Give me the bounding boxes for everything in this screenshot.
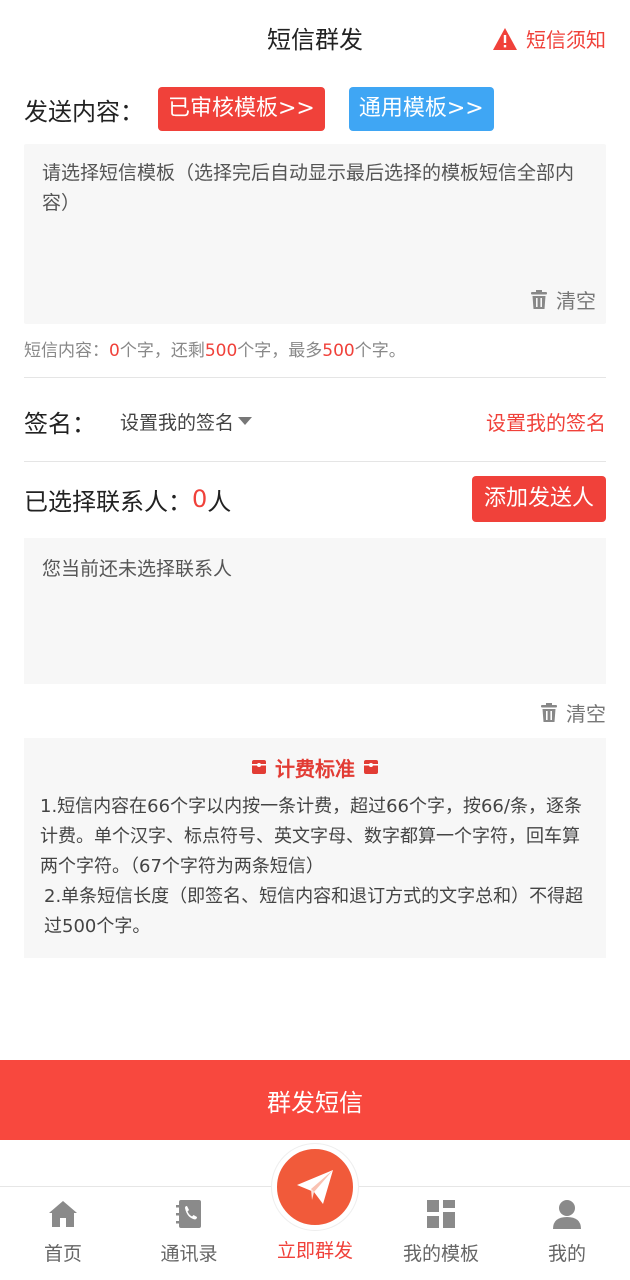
send-now-fab[interactable]	[272, 1144, 358, 1230]
common-template-button[interactable]: 通用模板>>	[348, 87, 494, 131]
max-count: 500	[322, 341, 355, 361]
content-label: 发送内容：	[24, 97, 144, 126]
user-icon	[553, 1200, 581, 1229]
content-row: 发送内容： 已审核模板>> 通用模板>>	[24, 86, 518, 132]
fee-rules: 1.短信内容在66个字以内按一条计费，超过66个字，按66/条，逐条计费。单个汉…	[40, 792, 590, 942]
paper-plane-icon	[297, 1170, 333, 1204]
trash-icon	[531, 289, 547, 309]
contacts-list[interactable]: 您当前还未选择联系人	[24, 538, 606, 684]
red-packet-icon	[364, 760, 378, 774]
count-mid2: 个字，最多	[237, 341, 323, 361]
clear-label: 清空	[566, 702, 606, 726]
mass-send-label: 群发短信	[267, 1088, 363, 1117]
home-icon	[49, 1201, 77, 1227]
divider	[24, 377, 606, 378]
contacts-unit: 人	[207, 487, 232, 516]
tab-send-now[interactable]: 立即群发	[252, 1144, 378, 1280]
fee-standard-box: 计费标准 1.短信内容在66个字以内按一条计费，超过66个字，按66/条，逐条计…	[24, 738, 606, 958]
sms-content-textarea[interactable]: 请选择短信模板（选择完后自动显示最后选择的模板短信全部内容） 清空	[24, 144, 606, 324]
signature-label: 签名：	[24, 409, 96, 438]
tab-label: 首页	[43, 1243, 82, 1265]
add-recipient-button[interactable]: 添加发送人	[471, 476, 606, 522]
tab-mine[interactable]: 我的	[504, 1187, 630, 1280]
contacts-count: 0	[192, 485, 208, 513]
trash-icon	[541, 702, 557, 722]
clear-contacts-button[interactable]: 清空	[540, 698, 606, 727]
contacts-row: 已选择联系人： 0 人 添加发送人	[24, 476, 606, 522]
sms-notice-link[interactable]: 短信须知	[492, 24, 606, 53]
red-packet-icon	[252, 760, 266, 774]
contacts-placeholder: 您当前还未选择联系人	[42, 558, 233, 580]
fee-title: 计费标准	[40, 754, 590, 781]
sms-content-placeholder: 请选择短信模板（选择完后自动显示最后选择的模板短信全部内容）	[42, 162, 575, 214]
current-count: 0	[109, 341, 120, 361]
tab-label: 我的模板	[402, 1243, 479, 1265]
warning-icon	[493, 27, 517, 50]
caret-down-icon	[238, 417, 253, 425]
count-mid1: 个字，还剩	[119, 341, 205, 361]
tab-label: 通讯录	[160, 1243, 218, 1265]
tab-home[interactable]: 首页	[0, 1187, 126, 1280]
clear-label: 清空	[556, 289, 596, 313]
signature-row: 签名： 设置我的签名 设置我的签名	[24, 400, 606, 442]
approved-template-button[interactable]: 已审核模板>>	[158, 87, 325, 131]
char-count-line: 短信内容：0个字，还剩500个字，最多500个字。	[24, 336, 406, 361]
grid-icon	[427, 1200, 455, 1228]
fee-rule-1: 1.短信内容在66个字以内按一条计费，超过66个字，按66/条，逐条计费。单个汉…	[40, 796, 582, 877]
clear-content-button[interactable]: 清空	[530, 285, 596, 314]
mass-send-button[interactable]: 群发短信	[0, 1060, 630, 1140]
fee-title-text: 计费标准	[275, 756, 355, 781]
remaining-count: 500	[204, 341, 238, 361]
notice-label: 短信须知	[526, 28, 606, 52]
signature-select[interactable]: 设置我的签名	[120, 408, 253, 435]
tab-label: 我的	[547, 1243, 586, 1265]
tab-my-templates[interactable]: 我的模板	[378, 1187, 504, 1280]
set-signature-link[interactable]: 设置我的签名	[486, 407, 606, 436]
header: 短信群发 短信须知	[0, 0, 630, 76]
fee-rule-2: 2.单条短信长度（即签名、短信内容和退订方式的文字总和）不得超过500个字。	[44, 886, 584, 937]
tab-contacts[interactable]: 通讯录	[126, 1187, 252, 1280]
divider	[24, 461, 606, 462]
contacts-label: 已选择联系人：	[24, 487, 192, 516]
count-prefix: 短信内容：	[24, 341, 109, 361]
contacts-book-icon	[176, 1200, 201, 1228]
count-suffix: 个字。	[354, 341, 406, 361]
signature-select-value: 设置我的签名	[120, 411, 235, 434]
tab-label: 立即群发	[276, 1240, 353, 1262]
